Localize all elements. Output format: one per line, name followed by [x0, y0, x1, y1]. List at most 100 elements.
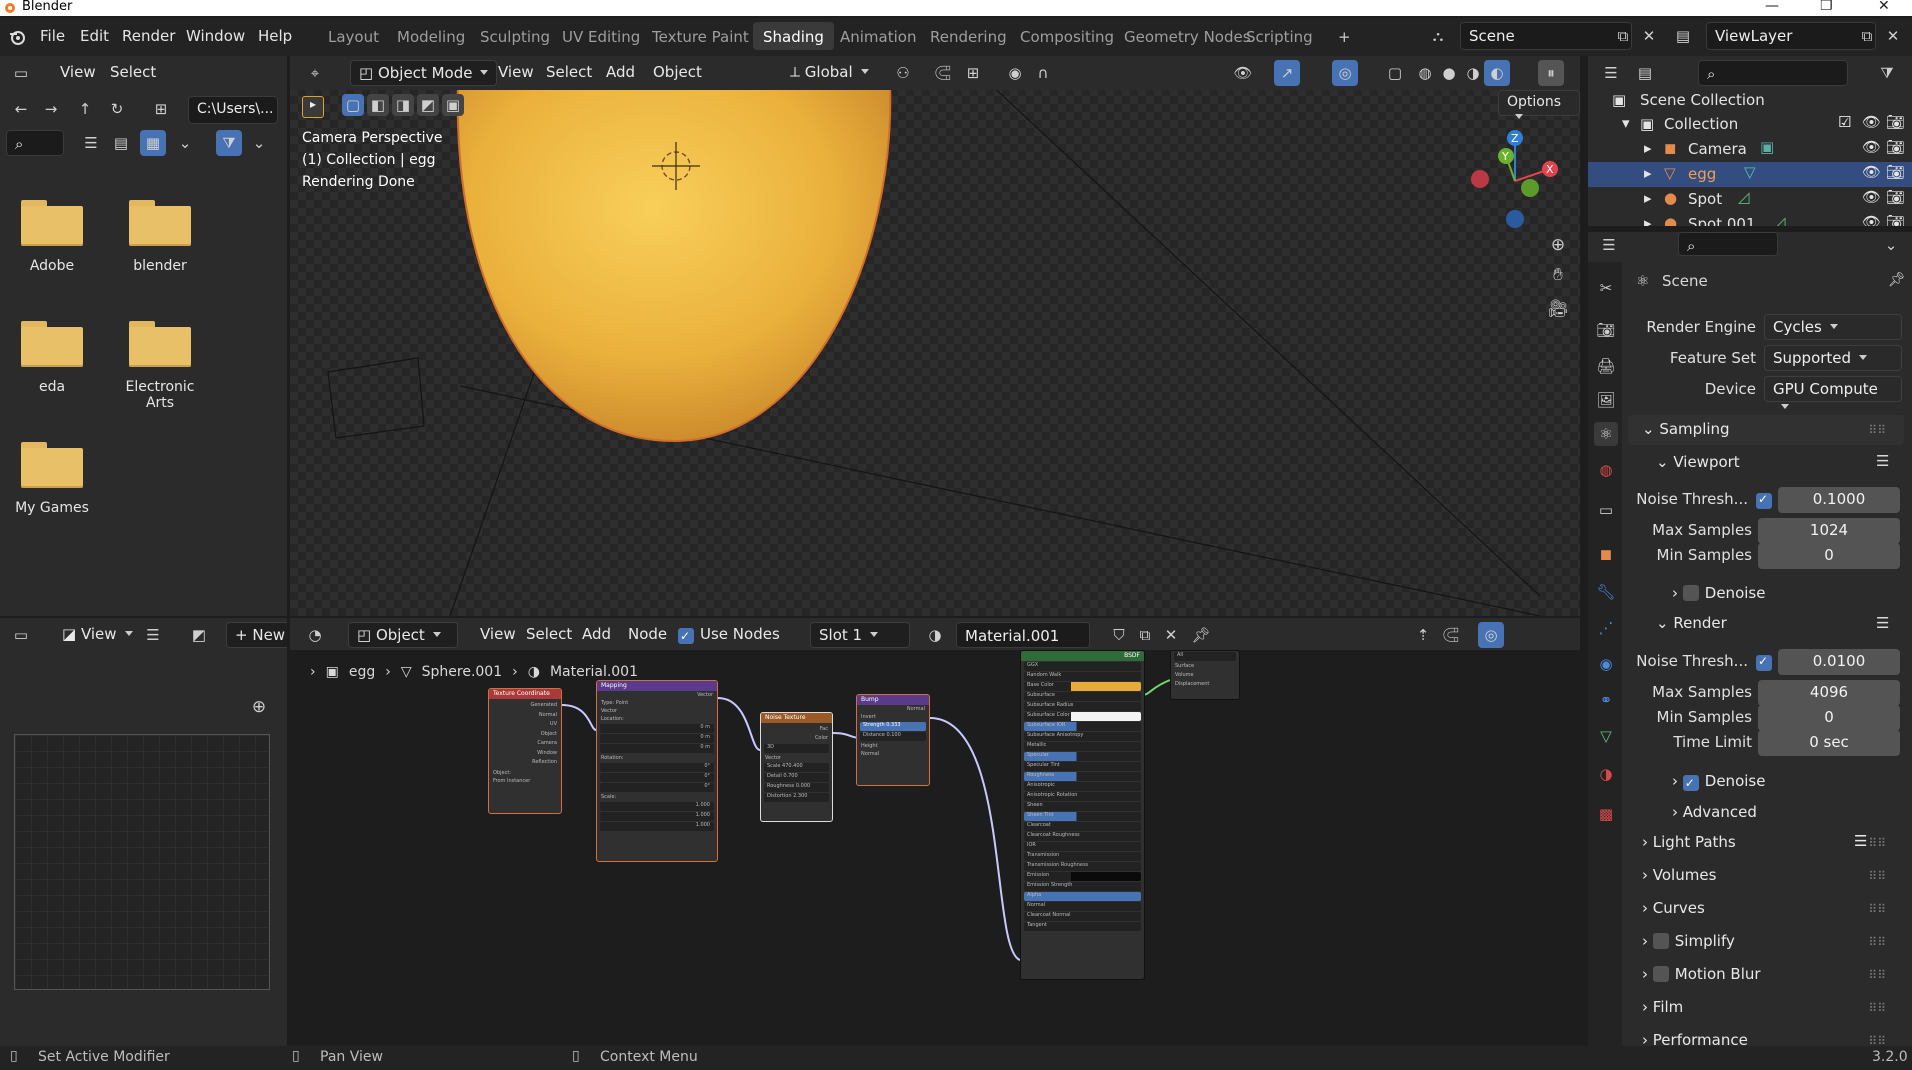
- bsdf-input-row[interactable]: Clearcoat Normal: [1024, 912, 1141, 921]
- bsdf-input-row[interactable]: IOR: [1024, 842, 1141, 851]
- camera-view-icon[interactable]: 🎥︎: [1545, 296, 1571, 322]
- render-max-samples-field[interactable]: 4096: [1758, 680, 1900, 706]
- render-min-samples-field[interactable]: 0: [1758, 705, 1900, 731]
- node-material-output[interactable]: All Surface Volume Displacement: [1170, 650, 1240, 700]
- transform-orientation-dropdown[interactable]: ⟂ Global: [782, 60, 877, 86]
- material-browse-icon[interactable]: ◑: [922, 622, 948, 648]
- maximize-icon[interactable]: ❐: [1820, 0, 1833, 14]
- tab-compositing[interactable]: Compositing: [1010, 22, 1124, 50]
- delete-viewlayer-icon[interactable]: ✕: [1880, 23, 1906, 49]
- select-subtract-icon[interactable]: ◨: [392, 94, 414, 116]
- presets-icon[interactable]: ☰: [1876, 452, 1889, 470]
- bsdf-input-row[interactable]: Transmission Roughness: [1024, 862, 1141, 871]
- time-limit-field[interactable]: 0 sec: [1758, 730, 1900, 756]
- menu-window[interactable]: Window: [186, 27, 245, 45]
- subsection-render[interactable]: ⌄ Render: [1656, 614, 1727, 632]
- bsdf-input-row[interactable]: Clearcoat: [1024, 822, 1141, 831]
- menu-node[interactable]: Node: [620, 622, 675, 648]
- output-tab-icon[interactable]: 🖨︎: [1594, 354, 1618, 378]
- subsection-advanced[interactable]: › Advanced: [1672, 803, 1757, 821]
- solid-shading-icon[interactable]: ●: [1436, 60, 1462, 86]
- tab-uv-editing[interactable]: UV Editing: [552, 22, 650, 50]
- select-new-icon[interactable]: ▢: [342, 94, 364, 116]
- modifier-tab-icon[interactable]: 🔧︎: [1594, 580, 1618, 604]
- physics-tab-icon[interactable]: ◉: [1594, 652, 1618, 676]
- add-workspace-icon[interactable]: +: [1328, 22, 1361, 50]
- delete-scene-icon[interactable]: ✕: [1636, 23, 1662, 49]
- refresh-icon[interactable]: ↻: [104, 96, 130, 122]
- bsdf-input-row[interactable]: Emission Strength: [1024, 882, 1141, 891]
- select-extend-icon[interactable]: ◧: [367, 94, 389, 116]
- select-tool-icon[interactable]: ▸: [302, 96, 324, 118]
- material-shading-icon[interactable]: ◑: [1460, 60, 1486, 86]
- vertical-list-icon[interactable]: ☰: [78, 130, 104, 156]
- folder-item[interactable]: My Games: [2, 442, 102, 516]
- collection-tab-icon[interactable]: ▭: [1594, 498, 1618, 522]
- camera-render-icon[interactable]: 📷︎: [1886, 188, 1905, 206]
- section-light-paths[interactable]: › Light Paths ☰ ⠿⠿: [1628, 828, 1904, 858]
- snap-icon[interactable]: 🧲︎: [1438, 622, 1464, 648]
- outliner-row-egg[interactable]: ▸ ▽ egg ▽ 👁︎ 📷︎: [1588, 162, 1912, 187]
- object-tab-icon[interactable]: ◼: [1594, 542, 1618, 566]
- pivot-icon[interactable]: ⚇: [890, 60, 916, 86]
- material-tab-icon[interactable]: ◑: [1594, 762, 1618, 786]
- folder-item[interactable]: blender: [110, 200, 210, 274]
- viewlayer-field[interactable]: ViewLayer: [1706, 22, 1876, 50]
- options-dropdown-icon[interactable]: ⌄: [1878, 232, 1904, 258]
- snap-target-icon[interactable]: ⊞: [960, 60, 986, 86]
- tab-sculpting[interactable]: Sculpting: [470, 22, 560, 50]
- menu-edit[interactable]: Edit: [80, 27, 109, 45]
- scene-tab-icon[interactable]: ⚛: [1594, 422, 1618, 446]
- bsdf-input-row[interactable]: Sheen: [1024, 802, 1141, 811]
- filter-icon[interactable]: ⧩: [216, 130, 242, 156]
- bsdf-input-row[interactable]: Specular Tint: [1024, 762, 1141, 771]
- menu-view[interactable]: View: [490, 60, 542, 86]
- folder-item[interactable]: Adobe: [2, 200, 102, 274]
- node-editor[interactable]: › ▣ egg › ▽ Sphere.001 › ◑ Material.001 …: [290, 650, 1580, 1050]
- menu-add[interactable]: Add: [598, 60, 643, 86]
- zoom-icon[interactable]: ⊕: [246, 694, 272, 720]
- menu-select[interactable]: Select: [538, 60, 600, 86]
- menu-object[interactable]: Object: [645, 60, 710, 86]
- viewport-max-samples-field[interactable]: 1024: [1758, 518, 1900, 544]
- tab-scripting[interactable]: Scripting: [1236, 22, 1323, 50]
- outliner-search-input[interactable]: ⌕: [1698, 60, 1848, 86]
- back-icon[interactable]: ←: [8, 96, 34, 122]
- bsdf-input-row[interactable]: Anisotropic: [1024, 782, 1141, 791]
- pin-icon[interactable]: 📌︎: [1188, 622, 1214, 648]
- eye-icon[interactable]: 👁︎: [1862, 213, 1881, 226]
- bsdf-input-row[interactable]: Alpha: [1024, 892, 1141, 901]
- camera-render-icon[interactable]: 📷︎: [1886, 138, 1905, 156]
- outliner-row-spot-001[interactable]: ▸ ● Spot.001 ◿ 👁︎ 📷︎: [1588, 212, 1912, 226]
- new-image-button[interactable]: + New: [226, 622, 287, 648]
- node-principled-bsdf[interactable]: BSDF GGX Random Walk Base Color Subsurfac…: [1020, 650, 1145, 980]
- section-sampling[interactable]: ⌄ Sampling ⠿⠿: [1628, 415, 1904, 445]
- editor-type-icon[interactable]: ☰: [1598, 60, 1624, 86]
- bsdf-input-row[interactable]: Subsurface IOR: [1024, 722, 1141, 731]
- node-mapping[interactable]: Mapping Vector Type: Point Vector Locati…: [596, 680, 718, 862]
- parent-folder-icon[interactable]: ↑: [72, 96, 98, 122]
- world-tab-icon[interactable]: ◍: [1594, 458, 1618, 482]
- filter-dropdown-icon[interactable]: ⌄: [246, 130, 272, 156]
- editor-type-icon[interactable]: ▭: [8, 60, 34, 86]
- rendered-shading-icon[interactable]: ◐: [1484, 60, 1510, 86]
- eye-icon[interactable]: 👁︎: [1862, 138, 1881, 156]
- visibility-icon[interactable]: 👁︎: [1230, 60, 1256, 86]
- menu-render[interactable]: Render: [122, 27, 175, 45]
- viewport-min-samples-field[interactable]: 0: [1758, 543, 1900, 569]
- editor-type-icon[interactable]: ☰: [1596, 232, 1622, 258]
- xray-icon[interactable]: ▢: [1382, 60, 1408, 86]
- outliner-row-scene-collection[interactable]: ▣ Scene Collection: [1588, 88, 1912, 113]
- new-viewlayer-icon[interactable]: ⧉: [1854, 23, 1880, 49]
- snap-icon[interactable]: 🧲︎: [930, 60, 956, 86]
- bsdf-input-row[interactable]: Subsurface Radius: [1024, 702, 1141, 711]
- bsdf-input-row[interactable]: Sheen Tint: [1024, 812, 1141, 821]
- forward-icon[interactable]: →: [38, 96, 64, 122]
- checkbox-icon[interactable]: ☑: [1838, 113, 1851, 131]
- eye-icon[interactable]: 👁︎: [1862, 163, 1881, 181]
- options-dropdown[interactable]: Options: [1498, 90, 1580, 116]
- material-name-field[interactable]: Material.001: [956, 622, 1090, 648]
- constraints-tab-icon[interactable]: ⚭: [1594, 688, 1618, 712]
- bsdf-input-row[interactable]: Anisotropic Rotation: [1024, 792, 1141, 801]
- noise-threshold-checkbox[interactable]: [1756, 493, 1772, 509]
